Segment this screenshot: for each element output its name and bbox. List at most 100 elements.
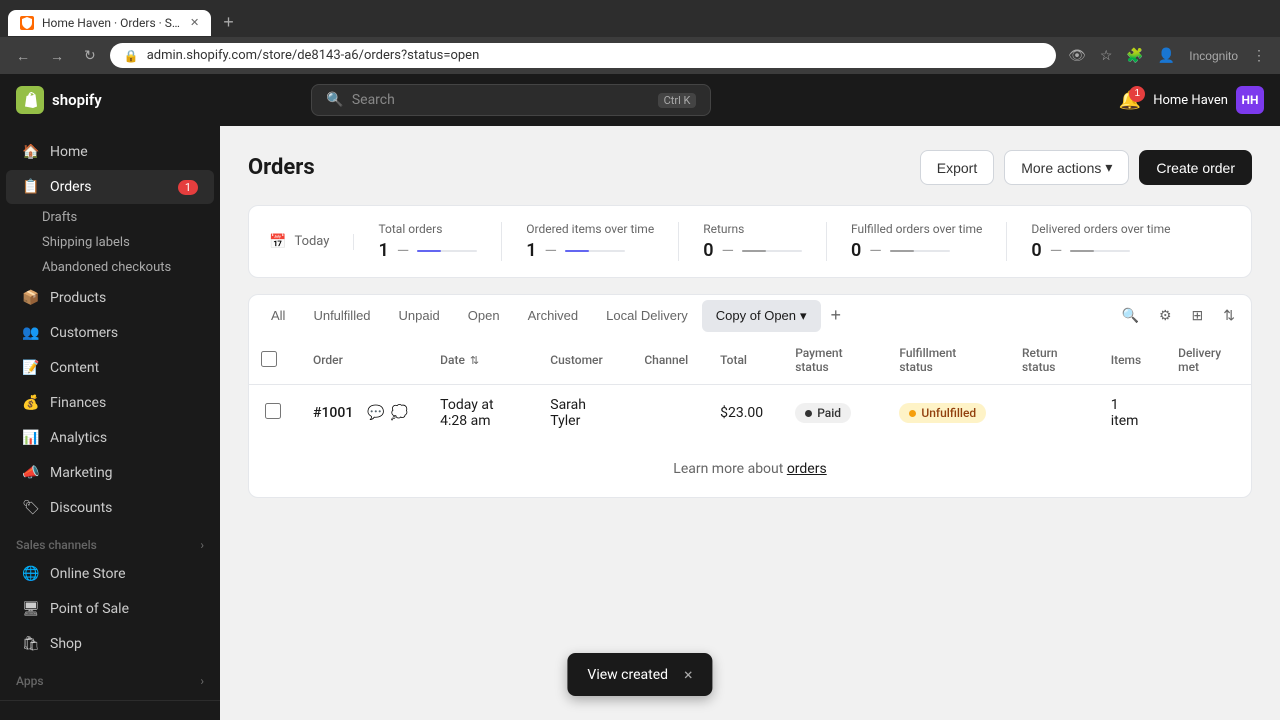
sidebar-item-online-store[interactable]: 🌐 Online Store [6,557,214,591]
table-row[interactable]: #1001 💬 💭 Today at 4:28 am Sarah Tyler [249,385,1251,442]
stat-trend-4 [890,250,950,252]
sidebar-label-discounts: Discounts [50,500,112,516]
col-date[interactable]: Date ⇅ [424,336,534,385]
sidebar-item-shop[interactable]: 🛍 Shop [6,627,214,661]
stat-total-orders-value: 1 [378,240,388,261]
sidebar-item-content[interactable]: 📝 Content [6,351,214,385]
eye-off-icon[interactable]: 👁 [1064,43,1090,68]
profile-icon[interactable]: 👤 [1154,43,1179,68]
incognito-label[interactable]: Incognito [1185,45,1242,67]
extensions-icon[interactable]: 🧩 [1122,43,1147,68]
col-payment-status: Payment status [779,336,883,385]
logo-text: shopify [52,91,102,109]
sidebar-label-shop: Shop [50,636,82,652]
sales-channels-expand-icon[interactable]: › [200,538,204,552]
store-switcher[interactable]: Home Haven HH [1153,86,1264,114]
shipping-labels-label: Shipping labels [42,235,130,250]
order-number-link[interactable]: #1001 [313,405,353,421]
orders-link[interactable]: orders [787,461,827,477]
filter-tab-local-delivery[interactable]: Local Delivery [592,300,702,331]
notification-badge: 1 [1129,86,1145,102]
sidebar-item-products[interactable]: 📦 Products [6,281,214,315]
col-channel: Channel [628,336,704,385]
create-order-button[interactable]: Create order [1139,150,1252,185]
filter-tab-open[interactable]: Open [454,300,514,331]
customers-icon: 👥 [22,324,40,342]
sidebar-label-orders: Orders [50,179,92,195]
order-number-group: #1001 💬 💭 [313,405,408,421]
home-icon: 🏠 [22,143,40,161]
sidebar-item-drafts[interactable]: Drafts [42,205,220,230]
sort-btn[interactable]: ⇅ [1215,301,1243,330]
columns-btn[interactable]: ⊞ [1184,301,1212,330]
col-order: Order [297,336,424,385]
menu-icon[interactable]: ⋮ [1248,43,1270,68]
back-btn[interactable]: ← [10,44,36,68]
sidebar-item-finances[interactable]: 💰 Finances [6,386,214,420]
search-bar[interactable]: 🔍 Search Ctrl K [311,84,711,116]
sidebar-label-online-store: Online Store [50,566,126,582]
sidebar-item-settings[interactable]: ⚙ Settings [6,710,214,720]
app-header: shopify 🔍 Search Ctrl K 🔔 1 Home Haven H… [0,74,1280,126]
stat-fulfilled-value: 0 [851,240,861,261]
address-bar[interactable]: 🔒 admin.shopify.com/store/de8143-a6/orde… [110,43,1056,68]
new-tab-btn[interactable]: + [215,8,242,37]
apps-expand-icon[interactable]: › [200,674,204,688]
sidebar-item-point-of-sale[interactable]: 🖥 Point of Sale [6,592,214,626]
sidebar-item-orders[interactable]: 📋 Orders 1 [6,170,214,204]
url-text: admin.shopify.com/store/de8143-a6/orders… [147,48,480,63]
sidebar-item-shipping-labels[interactable]: Shipping labels [42,230,220,255]
stat-trend-line-1 [417,250,441,252]
row-order-cell: #1001 💬 💭 [297,385,424,442]
bookmark-icon[interactable]: ☆ [1096,43,1117,68]
sidebar-item-marketing[interactable]: 📣 Marketing [6,456,214,490]
more-actions-button[interactable]: More actions ▾ [1004,150,1129,185]
reload-btn[interactable]: ↻ [78,43,102,68]
page-actions: Export More actions ▾ Create order [920,150,1252,185]
sidebar-item-home[interactable]: 🏠 Home [6,135,214,169]
sidebar-label-home: Home [50,144,88,160]
filter-tab-unfulfilled[interactable]: Unfulfilled [299,300,384,331]
stat-fulfilled-label: Fulfilled orders over time [851,222,982,236]
stat-dash-5: — [1050,241,1063,260]
search-filter-btn[interactable]: 🔍 [1114,301,1147,330]
filter-tab-unpaid[interactable]: Unpaid [385,300,454,331]
row-payment-status-cell: Paid [779,385,883,442]
filter-tab-archived[interactable]: Archived [514,300,593,331]
row-fulfillment-status-cell: Unfulfilled [883,385,1006,442]
stat-fulfilled-value-row: 0 — [851,240,982,261]
chat-icon[interactable]: 💭 [391,405,408,421]
sidebar-item-discounts[interactable]: 🏷 Discounts [6,491,214,525]
notification-btn[interactable]: 🔔 1 [1119,90,1141,111]
row-customer-cell[interactable]: Sarah Tyler [534,385,628,442]
forward-btn[interactable]: → [44,44,70,68]
sidebar-item-analytics[interactable]: 📊 Analytics [6,421,214,455]
learn-more-text: Learn more about [673,461,787,477]
add-filter-tab-btn[interactable]: + [821,299,852,332]
filter-tab-custom[interactable]: Copy of Open ▾ [702,300,821,332]
browser-nav-bar: ← → ↻ 🔒 admin.shopify.com/store/de8143-a… [0,37,1280,74]
filter-options-btn[interactable]: ⚙ [1151,301,1180,330]
filter-tab-all[interactable]: All [257,300,299,331]
shopify-logo[interactable]: shopify [16,86,102,114]
active-tab[interactable]: Home Haven · Orders · Shopify ✕ [8,10,211,36]
stat-trend-1 [417,250,477,252]
analytics-icon: 📊 [22,429,40,447]
stat-dash-2: — [545,241,558,260]
export-button[interactable]: Export [920,150,994,185]
tab-close-btn[interactable]: ✕ [190,16,199,29]
toast-close-btn[interactable]: × [684,665,693,684]
sidebar-item-abandoned-checkouts[interactable]: Abandoned checkouts [42,255,220,280]
online-store-icon: 🌐 [22,565,40,583]
stat-delivered-value: 0 [1031,240,1041,261]
sidebar-item-customers[interactable]: 👥 Customers [6,316,214,350]
filters-row: All Unfulfilled Unpaid Open Archived Loc… [249,295,1251,336]
note-icon[interactable]: 💬 [367,405,384,421]
row-checkbox[interactable] [265,403,281,419]
stat-ordered-items-value-row: 1 — [526,240,654,261]
table-header: Order Date ⇅ Customer Channel [249,336,1251,385]
stat-total-orders-label: Total orders [378,222,477,236]
select-all-checkbox[interactable] [261,351,277,367]
payment-status-text: Paid [817,406,841,420]
stat-trend-line-2 [565,250,589,252]
